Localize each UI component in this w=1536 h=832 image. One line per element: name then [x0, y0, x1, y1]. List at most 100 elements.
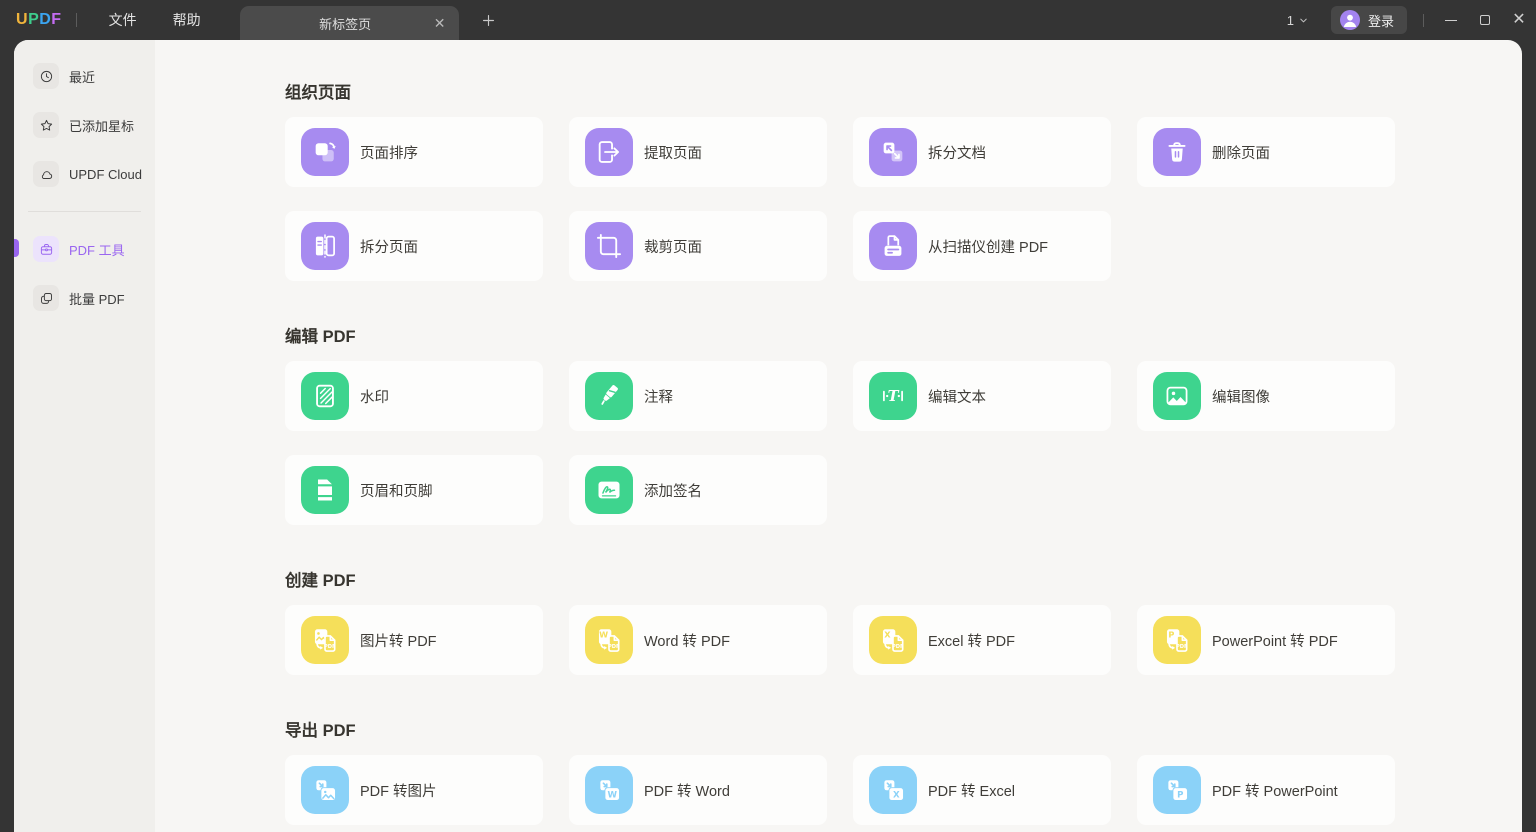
- image-to-pdf-icon: PDF: [301, 616, 349, 664]
- delete-pages-icon: [1153, 128, 1201, 176]
- tool-card-label: 提取页面: [644, 145, 702, 162]
- window-close-button[interactable]: ✕: [1502, 0, 1536, 40]
- tool-card[interactable]: 拆分文档: [853, 117, 1111, 187]
- logo-letter: F: [51, 11, 62, 28]
- tool-card[interactable]: 提取页面: [569, 117, 827, 187]
- pdf-to-powerpoint-icon: P: [1153, 766, 1201, 814]
- tool-section: 编辑 PDF 水印 注释 T 编辑文本 编辑图像页眉和页脚 添加签名: [285, 323, 1522, 525]
- tool-card[interactable]: 页眉和页脚: [285, 455, 543, 525]
- svg-text:X: X: [884, 630, 891, 640]
- tab-new-tab[interactable]: 新标签页 ✕: [239, 6, 459, 40]
- tool-card[interactable]: 拆分页面: [285, 211, 543, 281]
- tool-card[interactable]: T 编辑文本: [853, 361, 1111, 431]
- tool-card[interactable]: P PDF PowerPoint 转 PDF: [1137, 605, 1395, 675]
- sidebar-active-indicator: [14, 239, 19, 257]
- login-label: 登录: [1367, 13, 1394, 29]
- word-to-pdf-icon: W PDF: [585, 616, 633, 664]
- tool-card[interactable]: W PDF 转 Word: [569, 755, 827, 825]
- tool-card[interactable]: 水印: [285, 361, 543, 431]
- sidebar-item-label: UPDF Cloud: [69, 166, 142, 182]
- tool-section: 导出 PDF PDF 转图片 W PDF 转 Word X PDF 转 Excel P PDF…: [285, 717, 1522, 825]
- tool-card[interactable]: PDF 图片转 PDF: [285, 605, 543, 675]
- app-window: 最近 已添加星标 UPDF Cloud PDF 工具 批量 PDF 组织页面 页…: [14, 40, 1522, 832]
- pdf-to-word-icon: W: [585, 766, 633, 814]
- user-avatar-icon: [1339, 10, 1360, 30]
- tool-card[interactable]: P PDF 转 PowerPoint: [1137, 755, 1395, 825]
- section-title: 组织页面: [285, 84, 351, 102]
- edit-image-icon: [1153, 372, 1201, 420]
- edit-text-icon: T: [869, 372, 917, 420]
- sidebar-item-batch-pdf[interactable]: 批量 PDF: [14, 280, 155, 316]
- tool-grid: 水印 注释 T 编辑文本 编辑图像页眉和页脚 添加签名: [285, 361, 1522, 525]
- sidebar-item-label: 批量 PDF: [69, 291, 125, 307]
- tool-card-label: 拆分文档: [928, 145, 986, 162]
- sidebar-item-starred[interactable]: 已添加星标: [14, 107, 155, 143]
- tool-card-label: 编辑文本: [928, 389, 986, 406]
- tool-grid: PDF 转图片 W PDF 转 Word X PDF 转 Excel P PDF 转 Pow…: [285, 755, 1522, 825]
- add-signature-icon: [585, 466, 633, 514]
- login-button[interactable]: 登录: [1330, 6, 1407, 34]
- briefcase-icon: [33, 236, 59, 262]
- star-icon: [33, 112, 59, 138]
- tool-card-label: 注释: [644, 389, 673, 406]
- sidebar-item-recent[interactable]: 最近: [14, 58, 155, 94]
- sidebar-item-pdf-tools[interactable]: PDF 工具: [14, 231, 155, 267]
- logo-letter: D: [39, 11, 52, 28]
- tool-card-label: PDF 转 Word: [644, 783, 730, 800]
- updf-logo: UPDF: [16, 11, 62, 29]
- tool-card-label: Word 转 PDF: [644, 633, 730, 650]
- tool-section: 组织页面页面排序 提取页面 拆分文档 删除页面拆分页面 裁剪页面 从扫描仪创建 PDF: [285, 79, 1522, 281]
- tool-card[interactable]: 添加签名: [569, 455, 827, 525]
- window-minimize-button[interactable]: [1434, 0, 1468, 40]
- pdf-to-excel-icon: X: [869, 766, 917, 814]
- tool-card[interactable]: 从扫描仪创建 PDF: [853, 211, 1111, 281]
- svg-text:W: W: [608, 790, 618, 800]
- menu-help[interactable]: 帮助: [155, 0, 219, 40]
- tool-card[interactable]: W PDF Word 转 PDF: [569, 605, 827, 675]
- sidebar-item-label: 已添加星标: [69, 118, 135, 134]
- tool-card-label: 裁剪页面: [644, 239, 702, 256]
- tool-card[interactable]: 裁剪页面: [569, 211, 827, 281]
- minimize-icon: [1445, 19, 1457, 21]
- split-pages-icon: [301, 222, 349, 270]
- sidebar-item-label: 最近: [69, 69, 96, 85]
- crop-pages-icon: [585, 222, 633, 270]
- svg-text:P: P: [1177, 790, 1183, 800]
- tool-card[interactable]: 页面排序: [285, 117, 543, 187]
- tool-card-label: PDF 转 PowerPoint: [1212, 783, 1338, 800]
- svg-text:T: T: [888, 388, 900, 405]
- tab-close-icon[interactable]: ✕: [429, 15, 451, 32]
- tool-card[interactable]: 注释: [569, 361, 827, 431]
- tool-section: 创建 PDF PDF 图片转 PDF W PDF Word 转 PDF X PDF Excel …: [285, 567, 1522, 675]
- tool-card[interactable]: PDF 转图片: [285, 755, 543, 825]
- annotate-icon: [585, 372, 633, 420]
- sidebar-item-updf-cloud[interactable]: UPDF Cloud: [14, 156, 155, 192]
- logo-letter: U: [16, 11, 29, 28]
- menu-file[interactable]: 文件: [91, 0, 155, 40]
- pdf-to-image-icon: [301, 766, 349, 814]
- tool-card[interactable]: 删除页面: [1137, 117, 1395, 187]
- svg-text:PDF: PDF: [324, 644, 336, 650]
- tool-grid: PDF 图片转 PDF W PDF Word 转 PDF X PDF Excel 转 PDF P…: [285, 605, 1522, 675]
- new-tab-button[interactable]: [477, 8, 501, 32]
- window-maximize-button[interactable]: [1468, 0, 1502, 40]
- sidebar: 最近 已添加星标 UPDF Cloud PDF 工具 批量 PDF: [14, 40, 155, 832]
- logo-letter: P: [28, 11, 40, 28]
- tab-label: 新标签页: [319, 16, 372, 32]
- tool-card-label: 页眉和页脚: [360, 483, 433, 500]
- tool-card[interactable]: X PDF Excel 转 PDF: [853, 605, 1111, 675]
- tool-card[interactable]: 编辑图像: [1137, 361, 1395, 431]
- cloud-icon: [33, 161, 59, 187]
- watermark-icon: [301, 372, 349, 420]
- section-title: 导出 PDF: [285, 722, 356, 740]
- tool-card-label: 水印: [360, 389, 389, 406]
- tab-count-dropdown[interactable]: 1: [1287, 13, 1309, 28]
- tool-card[interactable]: X PDF 转 Excel: [853, 755, 1111, 825]
- section-title: 编辑 PDF: [285, 328, 356, 346]
- close-icon: ✕: [1512, 11, 1526, 28]
- tool-card-label: PDF 转 Excel: [928, 783, 1016, 800]
- titlebar: UPDF 文件 帮助 新标签页 ✕ 1 登录 ✕: [0, 0, 1536, 40]
- chevron-down-icon: [1300, 18, 1307, 22]
- maximize-icon: [1480, 15, 1490, 25]
- sidebar-item-label: PDF 工具: [69, 242, 125, 258]
